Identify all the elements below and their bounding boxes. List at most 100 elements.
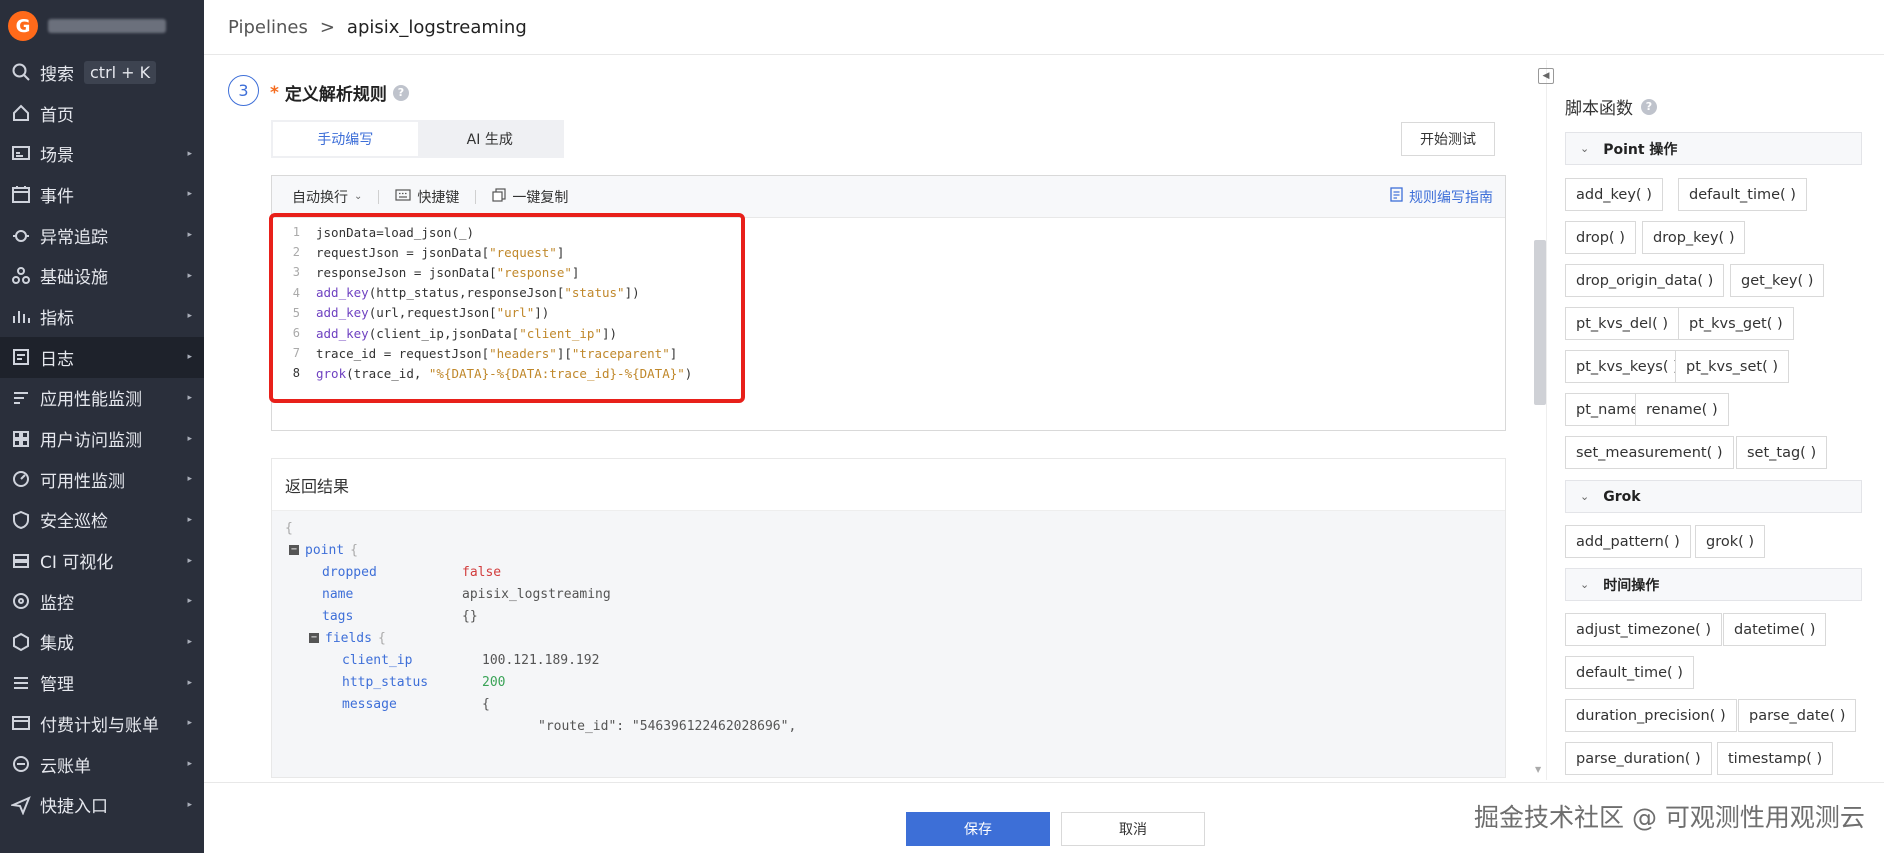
function-button[interactable]: default_time( ) <box>1678 178 1807 211</box>
workspace-name-blurred[interactable] <box>48 19 166 33</box>
function-button[interactable]: drop_origin_data( ) <box>1565 264 1725 297</box>
logo-icon[interactable]: G <box>8 11 38 41</box>
function-button[interactable]: drop( ) <box>1565 221 1636 254</box>
shield-icon <box>10 509 32 531</box>
sidebar-item-10[interactable]: 安全巡检 ▸ <box>0 500 204 541</box>
code-text: add_key(http_status,responseJson["status… <box>316 285 640 301</box>
cancel-button[interactable]: 取消 <box>1061 812 1205 846</box>
start-test-button[interactable]: 开始测试 <box>1401 122 1495 156</box>
function-button[interactable]: timestamp( ) <box>1717 742 1834 775</box>
collapse-panel-icon[interactable]: ◀ <box>1538 68 1554 84</box>
sidebar-item-12[interactable]: 监控 ▸ <box>0 581 204 622</box>
sidebar-item-13[interactable]: 集成 ▸ <box>0 622 204 663</box>
sidebar-item-16[interactable]: 云账单 ▸ <box>0 744 204 785</box>
function-button[interactable]: get_key( ) <box>1730 264 1825 297</box>
wrap-dropdown[interactable]: 自动换行 ⌄ <box>292 187 362 207</box>
function-button[interactable]: add_key( ) <box>1565 178 1663 211</box>
function-button[interactable]: drop_key( ) <box>1642 221 1746 254</box>
function-group-2[interactable]: ⌄ 时间操作 <box>1565 568 1862 601</box>
sidebar-item-1[interactable]: 场景 ▸ <box>0 133 204 174</box>
line-number: 6 <box>292 326 300 341</box>
sidebar-item-11[interactable]: CI 可视化 ▸ <box>0 540 204 581</box>
collapse-point-icon[interactable]: − <box>289 545 299 555</box>
sidebar-item-6[interactable]: 日志 ▸ <box>0 336 204 378</box>
chevron-down-icon: ⌄ <box>354 191 363 202</box>
sidebar-item-0[interactable]: 首页 <box>0 93 204 134</box>
json-open-brace: { <box>285 520 293 536</box>
function-button[interactable]: rename( ) <box>1635 393 1729 426</box>
sidebar-search[interactable]: 搜索 ctrl + K <box>0 52 204 93</box>
sidebar-item-9[interactable]: 可用性监测 ▸ <box>0 459 204 500</box>
copy-label: 一键复制 <box>512 189 569 206</box>
code-line: 6 add_key(client_ip,jsonData["client_ip"]… <box>272 323 1505 343</box>
chevron-right-icon: ▸ <box>187 148 192 159</box>
cloud-icon <box>10 753 32 775</box>
code-text: add_key(client_ip,jsonData["client_ip"]) <box>316 325 618 341</box>
breadcrumb-root[interactable]: Pipelines <box>228 17 308 38</box>
group-label: 时间操作 <box>1603 577 1660 594</box>
function-button[interactable]: datetime( ) <box>1723 613 1827 646</box>
copy-all-button[interactable]: 一键复制 <box>492 187 568 207</box>
sidebar-item-8[interactable]: 用户访问监测 ▸ <box>0 418 204 459</box>
shortcuts-label: 快捷键 <box>417 189 460 206</box>
function-group-1[interactable]: ⌄ Grok <box>1565 480 1862 513</box>
json-val-message: { <box>482 696 490 712</box>
chevron-right-icon: ▸ <box>187 596 192 607</box>
collapse-fields-icon[interactable]: − <box>309 633 319 643</box>
function-button[interactable]: pt_kvs_get( ) <box>1678 307 1794 340</box>
json-val-name: apisix_logstreaming <box>462 586 611 602</box>
billing-icon <box>10 712 32 734</box>
function-button[interactable]: parse_duration( ) <box>1565 742 1712 775</box>
breadcrumb-separator: > <box>319 16 335 38</box>
rule-guide-link[interactable]: 规则编写指南 <box>1390 187 1493 207</box>
function-button[interactable]: default_time( ) <box>1565 656 1694 689</box>
chart-icon <box>10 305 32 327</box>
function-button[interactable]: pt_kvs_keys( ) <box>1565 350 1690 383</box>
chevron-down-icon: ⌄ <box>1580 142 1590 155</box>
code-area[interactable]: 1 jsonData=load_json(_) 2 requestJson = jso… <box>272 218 1505 384</box>
function-group-0[interactable]: ⌄ Point 操作 <box>1565 132 1862 165</box>
tab-ai[interactable]: AI 生成 <box>418 122 563 156</box>
sidebar-item-2[interactable]: 事件 ▸ <box>0 174 204 215</box>
chevron-right-icon: ▸ <box>187 677 192 688</box>
help-icon[interactable]: ? <box>392 84 409 101</box>
sliders-icon <box>10 672 32 694</box>
sidebar-item-label: 快捷入口 <box>40 797 108 818</box>
code-line: 2 requestJson = jsonData["request"] <box>272 242 1505 262</box>
sidebar-item-15[interactable]: 付费计划与账单 ▸ <box>0 703 204 744</box>
sidebar-item-17[interactable]: 快捷入口 ▸ <box>0 784 204 825</box>
function-button[interactable]: add_pattern( ) <box>1565 525 1691 558</box>
help-icon[interactable]: ? <box>1641 98 1657 115</box>
function-button[interactable]: set_tag( ) <box>1736 436 1828 469</box>
json-key-point: point <box>305 542 345 558</box>
group-label: Grok <box>1603 488 1641 505</box>
shortcuts-button[interactable]: 快捷键 <box>395 187 459 207</box>
function-button[interactable]: pt_kvs_del( ) <box>1565 307 1679 340</box>
code-editor: 自动换行 ⌄ 快捷键 一键复制 规则编写指南 1 jsonData=load_js… <box>271 175 1506 431</box>
scrollbar-thumb[interactable] <box>1534 240 1546 405</box>
sidebar-item-14[interactable]: 管理 ▸ <box>0 662 204 703</box>
function-button[interactable]: parse_date( ) <box>1738 699 1857 732</box>
sidebar-item-label: 异常追踪 <box>40 227 108 248</box>
rum-icon <box>10 428 32 450</box>
function-button[interactable]: adjust_timezone( ) <box>1565 613 1723 646</box>
function-button[interactable]: pt_kvs_set( ) <box>1675 350 1790 383</box>
sidebar-item-4[interactable]: 基础设施 ▸ <box>0 255 204 296</box>
sidebar-item-5[interactable]: 指标 ▸ <box>0 296 204 337</box>
scroll-down-icon[interactable]: ▼ <box>1535 765 1541 774</box>
chevron-right-icon: ▸ <box>187 799 192 810</box>
tab-manual[interactable]: 手动编写 <box>273 122 418 156</box>
json-key-name: name <box>322 586 354 602</box>
result-json: { − point { dropped false name apisix_lo… <box>272 511 1505 777</box>
json-brace: { <box>377 630 386 646</box>
sidebar-item-label: 事件 <box>40 186 74 207</box>
function-button[interactable]: grok( ) <box>1695 525 1766 558</box>
json-val-http-status: 200 <box>482 674 506 690</box>
function-button[interactable]: set_measurement( ) <box>1565 436 1734 469</box>
function-button[interactable]: duration_precision( ) <box>1565 699 1737 732</box>
sidebar-item-label: 云账单 <box>40 756 91 777</box>
save-button[interactable]: 保存 <box>906 812 1050 846</box>
chevron-right-icon: ▸ <box>187 555 192 566</box>
sidebar-item-7[interactable]: 应用性能监测 ▸ <box>0 378 204 419</box>
sidebar-item-3[interactable]: 异常追踪 ▸ <box>0 215 204 256</box>
